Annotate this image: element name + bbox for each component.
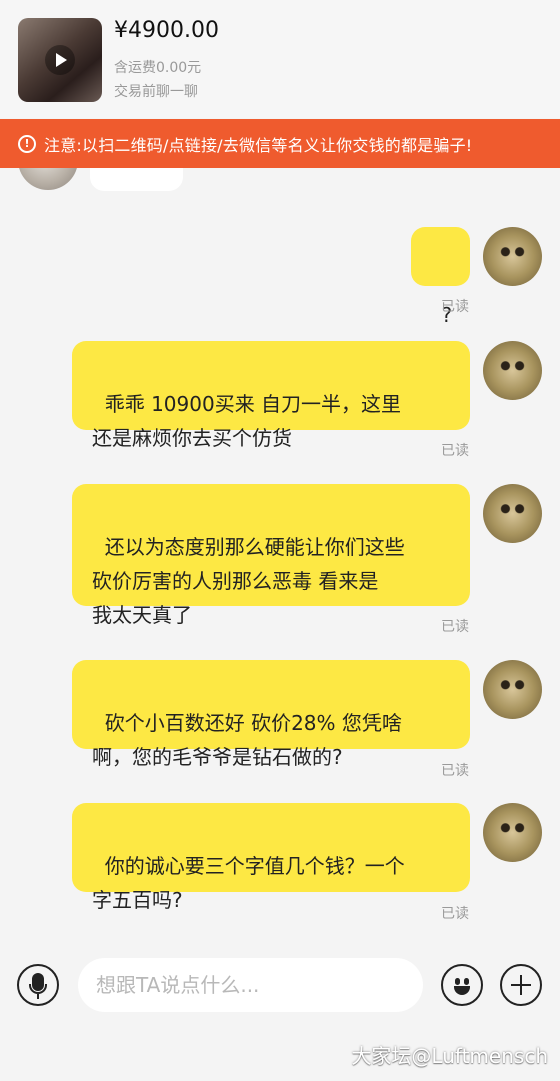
read-status: 已读 xyxy=(441,763,469,779)
my-avatar[interactable] xyxy=(483,341,542,400)
read-status: 已读 xyxy=(441,443,469,459)
message-bubble[interactable]: 乖乖 10900买来 自刀一半，这里 还是麻烦你去买个仿货 xyxy=(72,341,470,450)
smiley-icon[interactable] xyxy=(441,964,483,1006)
product-price: ¥4900.00 xyxy=(114,18,219,43)
plus-icon[interactable] xyxy=(500,964,542,1006)
smiley-right-eye xyxy=(464,978,469,985)
mic-leg xyxy=(37,994,39,999)
message-text: 还以为态度别那么硬能让你们这些 砍价厉害的人别那么恶毒 看来是 我太天真了 xyxy=(92,535,405,627)
smiley-mouth xyxy=(454,986,470,995)
product-thumbnail[interactable] xyxy=(18,18,102,102)
mic-stand xyxy=(29,984,47,994)
message-bubble[interactable]: 砍个小百数还好 砍价28% 您凭啥 啊，您的毛爷爷是钻石做的? xyxy=(72,660,470,769)
scam-warning-banner: ! 注意:以扫二维码/点链接/去微信等名义让你交钱的都是骗子! xyxy=(0,119,560,168)
my-avatar[interactable] xyxy=(483,803,542,862)
microphone-icon[interactable] xyxy=(17,964,59,1006)
read-status: 已读 xyxy=(441,299,469,315)
product-card[interactable]: ¥4900.00 含运费0.00元 交易前聊一聊 xyxy=(0,0,560,118)
warning-text: 注意:以扫二维码/点链接/去微信等名义让你交钱的都是骗子! xyxy=(44,135,473,155)
message-text: 砍个小百数还好 砍价28% 您凭啥 啊，您的毛爷爷是钻石做的? xyxy=(92,711,402,769)
message-bubble[interactable]: 你的诚心要三个字值几个钱？一个 字五百吗? xyxy=(72,803,470,912)
message-bubble[interactable]: 还以为态度别那么硬能让你们这些 砍价厉害的人别那么恶毒 看来是 我太天真了 xyxy=(72,484,470,627)
read-status: 已读 xyxy=(441,619,469,635)
message-text: 你的诚心要三个字值几个钱？一个 字五百吗? xyxy=(92,854,405,912)
play-icon[interactable] xyxy=(45,45,75,75)
smiley-left-eye xyxy=(455,978,460,985)
message-bubble[interactable]: ? xyxy=(411,227,470,327)
my-avatar[interactable] xyxy=(483,227,542,286)
exclamation-circle-icon: ! xyxy=(18,134,36,153)
my-avatar[interactable] xyxy=(483,660,542,719)
my-avatar[interactable] xyxy=(483,484,542,543)
message-text: 乖乖 10900买来 自刀一半，这里 还是麻烦你去买个仿货 xyxy=(92,392,402,450)
watermark: 大家坛@Luftmensch xyxy=(351,1044,548,1068)
read-status: 已读 xyxy=(441,906,469,922)
message-input[interactable] xyxy=(78,958,423,1012)
shipping-info: 含运费0.00元 xyxy=(114,60,202,76)
chat-before-trade-label: 交易前聊一聊 xyxy=(114,84,198,100)
